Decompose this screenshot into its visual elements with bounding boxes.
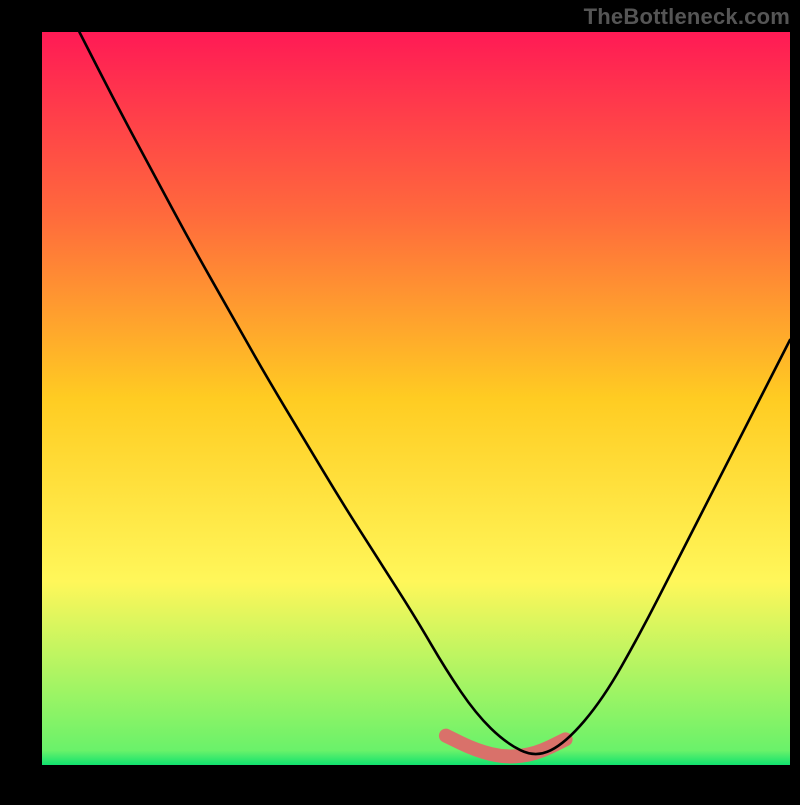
chart-background [42, 32, 790, 765]
bottleneck-chart [0, 0, 800, 800]
chart-frame: TheBottleneck.com [0, 0, 800, 800]
watermark-text: TheBottleneck.com [584, 4, 790, 30]
